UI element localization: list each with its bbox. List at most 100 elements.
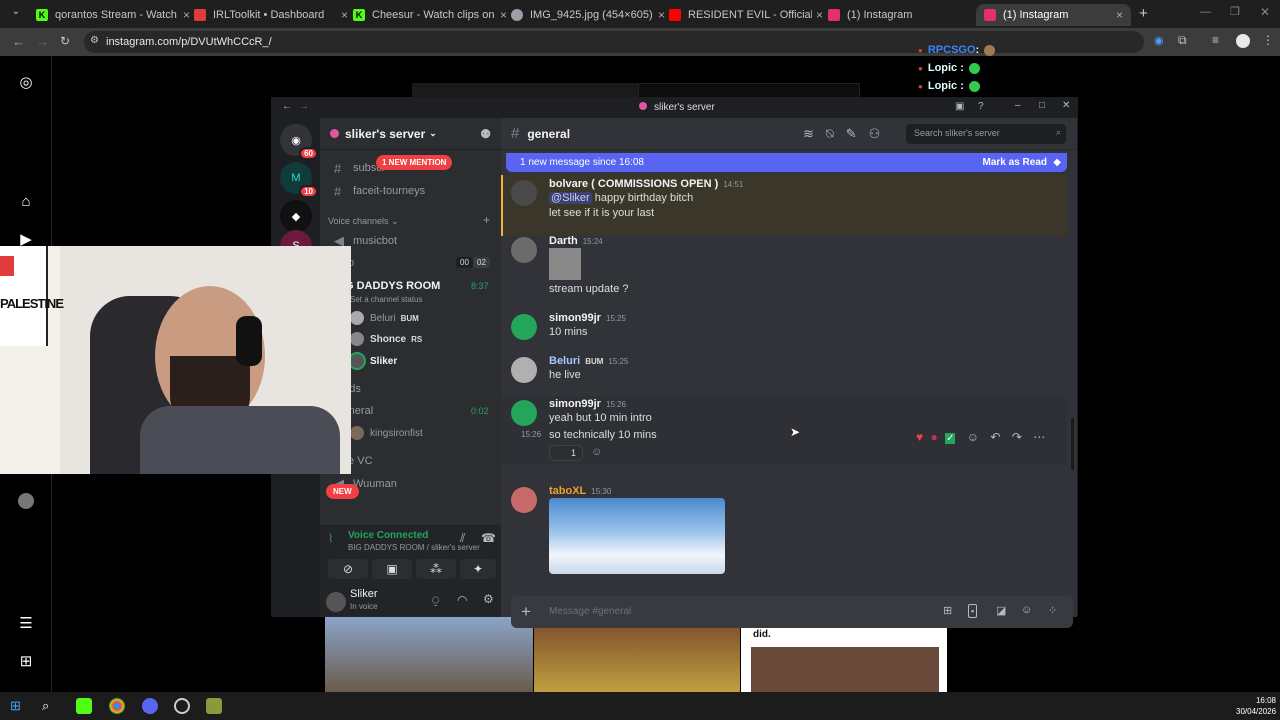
- disconnect-icon[interactable]: ☎: [481, 531, 496, 545]
- apps-icon[interactable]: ⁘: [1048, 604, 1057, 617]
- obs-icon[interactable]: [174, 698, 190, 714]
- tab-search-icon[interactable]: ⌄: [8, 6, 24, 22]
- browser-tab[interactable]: KCheesur - Watch clips on Kick×: [345, 4, 515, 26]
- new-unread-pill[interactable]: NEW: [326, 484, 359, 499]
- voice-user[interactable]: Beluri BUM: [350, 309, 419, 327]
- voice-user[interactable]: Shonce RS: [350, 330, 422, 348]
- threads-icon[interactable]: ≋: [803, 126, 814, 142]
- check-reaction-icon[interactable]: ✓: [945, 433, 956, 444]
- message[interactable]: bolvare ( COMMISSIONS OPEN ) 14:51 @Slike…: [511, 178, 1067, 234]
- heart-reaction-icon[interactable]: ♥: [916, 430, 923, 444]
- forward-icon[interactable]: →: [36, 34, 49, 49]
- system-clock[interactable]: 16:08 30/04/2026: [1236, 695, 1276, 717]
- home-icon[interactable]: ⌂: [17, 193, 35, 211]
- browser-tab[interactable]: Kqorantos Stream - Watch Live o×: [28, 4, 198, 26]
- reel-thumbnail[interactable]: be grounded for something I definitely d…: [741, 617, 947, 693]
- profile-avatar[interactable]: [17, 492, 35, 510]
- camera-button[interactable]: ⊘: [328, 559, 368, 579]
- activities-button[interactable]: ⁂: [416, 559, 456, 579]
- user-mention[interactable]: @Sliker: [549, 192, 592, 204]
- set-channel-status[interactable]: Set a channel status: [350, 295, 423, 304]
- back-icon[interactable]: ←: [12, 34, 25, 49]
- notification-bell-icon[interactable]: ⍉: [826, 126, 834, 142]
- pin-icon[interactable]: ✎: [846, 126, 857, 142]
- add-channel-icon[interactable]: +: [483, 213, 490, 227]
- category-mods[interactable]: Mods: [328, 379, 493, 399]
- windows-start-icon[interactable]: ⊞: [10, 698, 26, 714]
- message-author[interactable]: Darth 15:24: [549, 235, 603, 247]
- extension-icon[interactable]: ◉: [1154, 34, 1164, 47]
- soundboard-button[interactable]: ✦: [460, 559, 496, 579]
- microphone-icon[interactable]: ⍜: [432, 593, 439, 608]
- emoji-icon[interactable]: ☺: [1021, 604, 1032, 616]
- media-icon[interactable]: ≡: [1212, 33, 1219, 47]
- help-icon[interactable]: ?: [978, 101, 984, 112]
- browser-tab[interactable]: (1) Instagram×: [820, 4, 990, 26]
- channel-general-voice[interactable]: General: [328, 401, 493, 421]
- direct-messages-icon[interactable]: ◉ 60: [280, 124, 318, 160]
- voice-user[interactable]: Sliker: [350, 352, 397, 370]
- back-arrow-icon[interactable]: ←: [282, 101, 292, 112]
- gif-icon[interactable]: ▪: [968, 604, 978, 618]
- chrome-icon[interactable]: [109, 698, 125, 714]
- maximize-button[interactable]: □: [1039, 100, 1045, 111]
- restore-window-button[interactable]: ❐: [1230, 5, 1240, 18]
- new-tab-button[interactable]: +: [1139, 5, 1148, 22]
- minimize-window-button[interactable]: —: [1200, 6, 1211, 18]
- close-window-button[interactable]: ✕: [1260, 5, 1270, 19]
- reply-icon[interactable]: ↶: [990, 430, 1000, 444]
- settings-gear-icon[interactable]: ⚙: [483, 592, 494, 606]
- sticker-icon[interactable]: ◪: [996, 604, 1006, 617]
- extensions-puzzle-icon[interactable]: ⧉: [1178, 33, 1187, 48]
- add-attachment-icon[interactable]: +: [521, 602, 531, 622]
- search-input[interactable]: Search sliker's server ⌕: [906, 124, 1066, 144]
- reaction-chip[interactable]: 1: [549, 445, 583, 461]
- kick-app-icon[interactable]: [76, 698, 92, 714]
- message-author[interactable]: bolvare ( COMMISSIONS OPEN ) 14:51: [549, 178, 743, 190]
- server-header[interactable]: sliker's server ⌄ ⚉: [320, 118, 501, 150]
- more-options-icon[interactable]: ⋯: [1033, 430, 1045, 444]
- reaction-icon[interactable]: ●: [930, 430, 937, 444]
- screen-share-button[interactable]: ▣: [372, 559, 412, 579]
- forward-arrow-icon[interactable]: →: [299, 101, 309, 112]
- close-tab-icon[interactable]: ×: [1116, 8, 1123, 22]
- reel-thumbnail[interactable]: [325, 617, 533, 693]
- noise-suppression-icon[interactable]: ⫽: [460, 531, 465, 546]
- profile-avatar[interactable]: [1236, 34, 1250, 48]
- message-author[interactable]: taboXL 15:30: [549, 485, 611, 497]
- message-input[interactable]: + Message #general ⊞ ▪ ◪ ☺ ⁘: [511, 596, 1077, 628]
- mark-as-read-button[interactable]: Mark as Read: [983, 157, 1047, 168]
- reload-icon[interactable]: ↻: [60, 34, 70, 48]
- channel-big-daddys-room[interactable]: BIG DADDYS ROOM: [328, 276, 493, 296]
- category-voice-channels[interactable]: Voice channels ⌄: [328, 216, 399, 227]
- instagram-logo-icon[interactable]: ◎: [17, 74, 35, 92]
- browser-tab[interactable]: IRLToolkit • Dashboard ×: [186, 4, 356, 26]
- inbox-icon[interactable]: ▣: [955, 101, 964, 112]
- browser-tab[interactable]: RESIDENT EVIL - Official Teaser×: [661, 4, 831, 26]
- signal-icon[interactable]: ⌇: [328, 532, 333, 545]
- search-icon[interactable]: ⌕: [42, 698, 58, 714]
- invite-icon[interactable]: ⚉: [480, 127, 491, 141]
- gift-icon[interactable]: ⊞: [943, 604, 952, 617]
- server-icon[interactable]: ◆: [280, 200, 312, 232]
- add-reaction-icon[interactable]: ☺: [967, 430, 979, 444]
- server-icon[interactable]: M 10: [280, 162, 318, 198]
- close-button[interactable]: ✕: [1062, 100, 1070, 111]
- channel-faceit-tourneys[interactable]: # faceit-tourneys: [328, 181, 493, 201]
- reel-thumbnail[interactable]: [534, 617, 740, 693]
- browser-tab[interactable]: IMG_9425.jpg (454×605) ×: [503, 4, 673, 26]
- browser-menu-icon[interactable]: ⋮: [1262, 33, 1274, 47]
- image-attachment[interactable]: [549, 498, 725, 574]
- message-author[interactable]: Beluri BUM 15:25: [549, 355, 628, 367]
- scrollbar-thumb[interactable]: [1071, 418, 1074, 470]
- forward-icon[interactable]: ↷: [1012, 430, 1022, 444]
- gif-attachment[interactable]: [549, 248, 581, 280]
- new-messages-bar[interactable]: 1 new message since 16:08 Mark as Read ◆: [506, 153, 1067, 172]
- new-mention-pill[interactable]: 1 NEW MENTION: [376, 155, 453, 170]
- browser-tab-active[interactable]: (1) Instagram ×: [976, 4, 1131, 26]
- add-reaction-icon[interactable]: ☺: [591, 446, 602, 458]
- app-icon[interactable]: [206, 698, 222, 714]
- minimize-button[interactable]: –: [1015, 100, 1021, 111]
- headphones-icon[interactable]: ◠: [457, 593, 467, 607]
- more-menu-icon[interactable]: ☰: [17, 615, 35, 633]
